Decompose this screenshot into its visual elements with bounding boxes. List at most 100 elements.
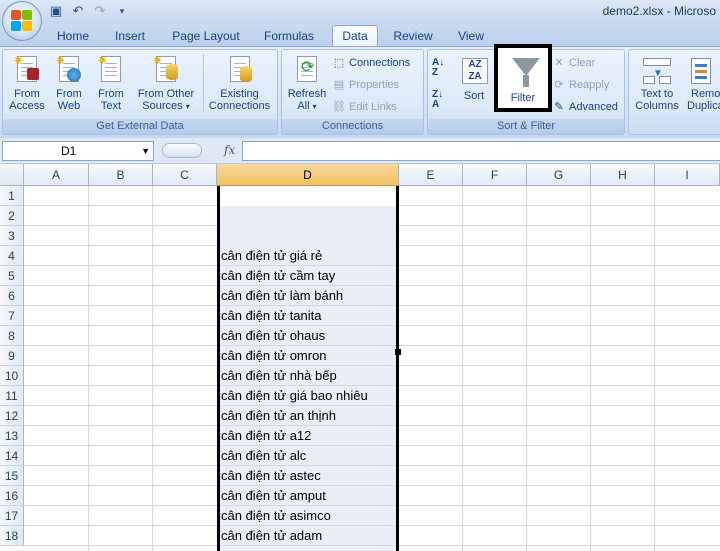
sort-descending-icon: Z↓ A bbox=[432, 89, 444, 110]
row-header[interactable]: 13 bbox=[0, 426, 24, 446]
sort-icon: AZ ZA bbox=[460, 54, 488, 86]
properties-button[interactable]: ▤ Properties bbox=[332, 76, 399, 94]
row-header[interactable]: 10 bbox=[0, 366, 24, 386]
tab-insert[interactable]: Insert bbox=[108, 26, 152, 46]
row-header[interactable]: 5 bbox=[0, 266, 24, 286]
formula-input[interactable] bbox=[242, 141, 720, 161]
row-header[interactable]: 2 bbox=[0, 206, 24, 226]
edit-links-icon: ⛓ bbox=[332, 101, 346, 113]
existing-connections-button[interactable]: Existing Connections bbox=[203, 54, 275, 112]
advanced-filter-button[interactable]: ✎ Advanced bbox=[552, 98, 618, 116]
from-web-button[interactable]: ✷ From Web bbox=[49, 54, 89, 112]
undo-icon[interactable]: ↶ bbox=[70, 3, 86, 19]
insert-function-icon[interactable]: fx bbox=[224, 143, 235, 157]
clear-filter-button[interactable]: ✕ Clear bbox=[552, 54, 595, 72]
row-header[interactable]: 14 bbox=[0, 446, 24, 466]
cell-d15[interactable]: cân điện tử astec bbox=[220, 466, 396, 486]
refresh-all-button[interactable]: ⟳ Refresh All ▾ bbox=[284, 54, 330, 113]
group-connections: ⟳ Refresh All ▾ ⬚ Connections ▤ Properties… bbox=[281, 49, 424, 135]
existing-connections-icon bbox=[226, 54, 254, 86]
name-box-dropdown-icon[interactable]: ▼ bbox=[141, 142, 150, 160]
row-header[interactable]: 18 bbox=[0, 526, 24, 546]
tab-review[interactable]: Review bbox=[388, 26, 438, 46]
row-header[interactable]: 12 bbox=[0, 406, 24, 426]
row-header[interactable]: 15 bbox=[0, 466, 24, 486]
group-data-tools: ▼ Text to Columns Remo Duplica bbox=[628, 49, 720, 135]
name-box[interactable]: D1 ▼ bbox=[2, 141, 154, 161]
tab-home[interactable]: Home bbox=[52, 26, 94, 46]
tab-formulas[interactable]: Formulas bbox=[258, 26, 320, 46]
cell-d11[interactable]: cân điện tử giá bao nhiêu bbox=[220, 386, 396, 406]
column-header-d[interactable]: D bbox=[217, 164, 399, 186]
from-text-button[interactable]: ✷ From Text bbox=[91, 54, 131, 112]
text-to-columns-icon: ▼ bbox=[643, 54, 671, 86]
cell-d14[interactable]: cân điện tử alc bbox=[220, 446, 396, 466]
cell-d16[interactable]: cân điện tử amput bbox=[220, 486, 396, 506]
office-logo-icon bbox=[11, 10, 33, 32]
filter-button[interactable]: Filter bbox=[494, 44, 552, 112]
column-header-b[interactable]: B bbox=[89, 164, 153, 186]
sort-ascending-icon: A↓ Z bbox=[432, 57, 445, 78]
dropdown-arrow-icon: ▾ bbox=[312, 102, 317, 111]
row-header[interactable]: 16 bbox=[0, 486, 24, 506]
cell-d9[interactable]: cân điện tử omron bbox=[220, 346, 396, 366]
edit-links-button[interactable]: ⛓ Edit Links bbox=[332, 98, 397, 116]
sort-a-to-z-button[interactable]: A↓ Z bbox=[432, 57, 445, 78]
row-header[interactable]: 3 bbox=[0, 226, 24, 246]
cell-d12[interactable]: cân điện tử an thịnh bbox=[220, 406, 396, 426]
redo-icon[interactable]: ↷ bbox=[92, 3, 108, 19]
cell-d5[interactable]: cân điện tử cầm tay bbox=[220, 266, 396, 286]
tab-data[interactable]: Data bbox=[332, 25, 378, 47]
worksheet-grid: A B C D E F G H I 1 2 3 4 5 6 7 8 9 10 11 12 13 14 15 1… bbox=[0, 164, 720, 551]
connections-button[interactable]: ⬚ Connections bbox=[332, 54, 410, 72]
select-all-button[interactable] bbox=[0, 164, 24, 186]
reapply-button[interactable]: ⟳ Reapply bbox=[552, 76, 609, 94]
remove-duplicates-button[interactable]: Remo Duplica bbox=[687, 54, 720, 112]
text-to-columns-button[interactable]: ▼ Text to Columns bbox=[631, 54, 683, 112]
row-header[interactable]: 17 bbox=[0, 506, 24, 526]
ribbon-tabs: Home Insert Page Layout Formulas Data Re… bbox=[0, 24, 720, 47]
active-cell-d1[interactable] bbox=[220, 186, 396, 206]
column-header-c[interactable]: C bbox=[153, 164, 217, 186]
row-header[interactable]: 9 bbox=[0, 346, 24, 366]
cell-d17[interactable]: cân điện tử asimco bbox=[220, 506, 396, 526]
group-get-external-data: ✷ From Access ✷ From Web ✷ From Text ✷ F… bbox=[2, 49, 278, 135]
column-header-e[interactable]: E bbox=[399, 164, 463, 186]
office-button[interactable] bbox=[2, 1, 42, 41]
cell-d10[interactable]: cân điện tử nhà bếp bbox=[220, 366, 396, 386]
row-header[interactable]: 4 bbox=[0, 246, 24, 266]
cell-d6[interactable]: cân điện tử làm bánh bbox=[220, 286, 396, 306]
group-label: Sort & Filter bbox=[428, 119, 624, 134]
customize-icon[interactable]: ▾ bbox=[114, 3, 130, 19]
row-header[interactable]: 8 bbox=[0, 326, 24, 346]
row-header[interactable]: 7 bbox=[0, 306, 24, 326]
sort-z-to-a-button[interactable]: Z↓ A bbox=[432, 89, 444, 110]
reapply-icon: ⟳ bbox=[554, 79, 564, 91]
fill-handle[interactable] bbox=[395, 349, 401, 355]
ribbon: ✷ From Access ✷ From Web ✷ From Text ✷ F… bbox=[0, 46, 720, 138]
column-header-i[interactable]: I bbox=[655, 164, 720, 186]
row-header[interactable]: 11 bbox=[0, 386, 24, 406]
row-header[interactable]: 6 bbox=[0, 286, 24, 306]
cell-d18[interactable]: cân điện tử adam bbox=[220, 526, 396, 546]
sort-button[interactable]: AZ ZA Sort bbox=[456, 54, 492, 102]
column-header-h[interactable]: H bbox=[591, 164, 655, 186]
cell-d13[interactable]: cân điện tử a12 bbox=[220, 426, 396, 446]
column-header-a[interactable]: A bbox=[24, 164, 89, 186]
column-header-g[interactable]: G bbox=[527, 164, 591, 186]
tab-page-layout[interactable]: Page Layout bbox=[168, 26, 244, 46]
row-header[interactable]: 1 bbox=[0, 186, 24, 206]
column-header-f[interactable]: F bbox=[463, 164, 527, 186]
tab-view[interactable]: View bbox=[450, 26, 492, 46]
formula-bar: D1 ▼ fx bbox=[0, 138, 720, 164]
selected-column-d[interactable]: cân điện tử giá rẻ cân điện tử cầm tay cân… bbox=[217, 186, 399, 551]
from-access-button[interactable]: ✷ From Access bbox=[7, 54, 47, 112]
cell-d8[interactable]: cân điện tử ohaus bbox=[220, 326, 396, 346]
quick-access-toolbar: ▣ ↶ ↷ ▾ bbox=[48, 3, 130, 19]
save-icon[interactable]: ▣ bbox=[48, 3, 64, 19]
cell-d7[interactable]: cân điện tử tanita bbox=[220, 306, 396, 326]
advanced-filter-icon: ✎ bbox=[554, 101, 564, 113]
cell-d4[interactable]: cân điện tử giá rẻ bbox=[220, 246, 396, 266]
from-other-sources-button[interactable]: ✷ From Other Sources ▾ bbox=[133, 54, 199, 113]
formula-bar-resize-handle[interactable] bbox=[162, 143, 202, 158]
